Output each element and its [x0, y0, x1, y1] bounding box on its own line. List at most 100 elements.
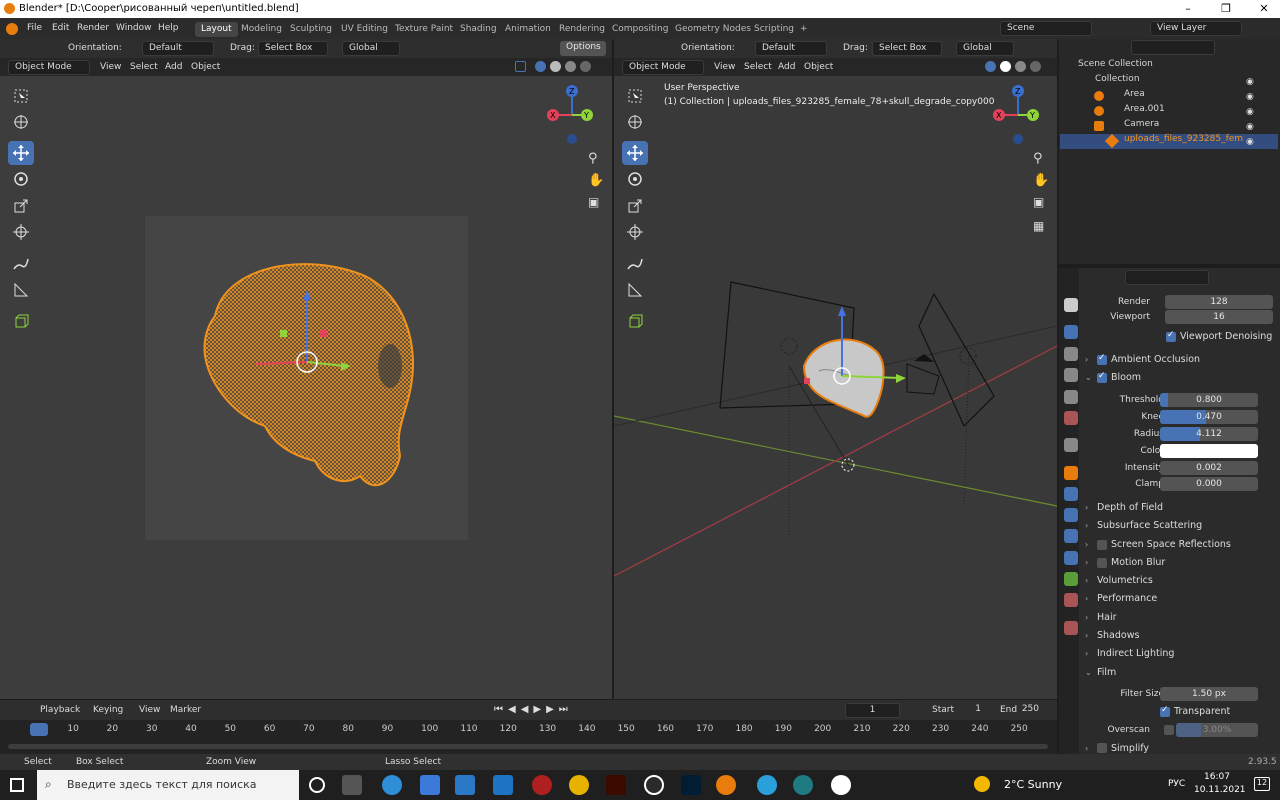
view-menu[interactable]: View [714, 62, 735, 72]
tab-modeling[interactable]: Modeling [235, 22, 288, 37]
panel-indirect-lighting[interactable]: › Indirect Lighting [1085, 645, 1275, 662]
panel-film[interactable]: ⌄ Film [1085, 664, 1275, 681]
cortana-icon[interactable] [309, 777, 325, 793]
solid-shading-icon[interactable] [550, 61, 561, 72]
maximize-button[interactable]: ❐ [1216, 2, 1236, 15]
add-workspace-button[interactable]: + [794, 22, 814, 37]
modifier-icon[interactable] [1064, 487, 1078, 501]
rendered-shading-icon[interactable] [1030, 61, 1041, 72]
tab-texture-paint[interactable]: Texture Paint [389, 22, 459, 37]
minimize-button[interactable]: – [1178, 2, 1198, 15]
measure-tool-icon[interactable] [8, 278, 34, 302]
panel-screen-space-reflections[interactable]: › Screen Space Reflections [1085, 536, 1275, 553]
visibility-eye-icon[interactable]: ◉ [1246, 122, 1254, 132]
tab-sculpting[interactable]: Sculpting [284, 22, 338, 37]
menu-help[interactable]: Help [158, 23, 179, 33]
timeline-view-menu[interactable]: View [139, 705, 160, 715]
cursor-tool-icon[interactable] [8, 110, 34, 134]
options-button[interactable]: Options [560, 41, 606, 56]
drag-dropdown[interactable]: Select Box [258, 41, 328, 56]
orientation-dropdown[interactable]: Default [755, 41, 827, 56]
app-icon[interactable] [831, 775, 851, 795]
view-layer-icon[interactable] [1064, 368, 1078, 382]
material-icon[interactable] [1064, 593, 1078, 607]
rotate-tool-icon[interactable] [8, 167, 34, 191]
select-menu[interactable]: Select [130, 62, 158, 72]
blender-taskbar-icon[interactable] [716, 775, 736, 795]
close-button[interactable]: ✕ [1254, 2, 1274, 15]
move-tool-icon[interactable] [8, 141, 34, 165]
world-icon[interactable] [1064, 411, 1078, 425]
right-viewport[interactable]: User Perspective (1) Collection | upload… [614, 76, 1057, 699]
visibility-eye-icon[interactable]: ◉ [1246, 107, 1254, 117]
chrome-icon[interactable] [569, 775, 589, 795]
panel-shadows[interactable]: › Shadows [1085, 627, 1275, 644]
left-viewport[interactable]: Z X Y ⚲ ✋ ▣ [0, 76, 612, 699]
rotate-tool-icon[interactable] [622, 167, 648, 191]
visibility-eye-icon[interactable]: ◉ [1246, 137, 1254, 147]
drag-dropdown[interactable]: Select Box [872, 41, 942, 56]
view-menu[interactable]: View [100, 62, 121, 72]
wireframe-shading-icon[interactable] [535, 61, 546, 72]
viewport-samples-field[interactable]: 16 [1165, 310, 1273, 324]
navigation-gizmo[interactable]: Z X Y [545, 82, 600, 152]
mail-icon[interactable] [493, 775, 513, 795]
add-cube-tool-icon[interactable] [622, 309, 648, 333]
transform-tool-icon[interactable] [622, 220, 648, 244]
panel-volumetrics[interactable]: › Volumetrics [1085, 572, 1275, 589]
telegram-icon[interactable] [757, 775, 777, 795]
bloom-field-value[interactable] [1160, 444, 1258, 458]
solid-shading-icon[interactable] [1000, 61, 1011, 72]
pan-hand-icon[interactable]: ✋ [588, 173, 604, 188]
panel-bloom[interactable]: ⌄Bloom [1085, 369, 1275, 386]
constraints-icon[interactable] [1064, 551, 1078, 565]
overscan-checkbox[interactable] [1164, 725, 1174, 738]
menu-file[interactable]: File [27, 23, 42, 33]
tab-shading[interactable]: Shading [454, 22, 503, 37]
panel-simplify[interactable]: › Simplify [1085, 743, 1275, 753]
measure-tool-icon[interactable] [622, 278, 648, 302]
bloom-field-value[interactable]: 0.800 [1160, 393, 1258, 407]
task-view-icon[interactable] [342, 775, 362, 795]
tab-compositing[interactable]: Compositing [606, 22, 674, 37]
tool-properties-icon[interactable] [1064, 298, 1078, 312]
annotate-tool-icon[interactable] [8, 252, 34, 276]
object-menu[interactable]: Object [804, 62, 833, 72]
scene-icon[interactable] [1064, 390, 1078, 404]
blender-menu-icon[interactable] [6, 23, 18, 35]
move-tool-icon[interactable] [622, 141, 648, 165]
rendered-shading-icon[interactable] [580, 61, 591, 72]
menu-window[interactable]: Window [116, 23, 152, 33]
bloom-field-value[interactable]: 0.000 [1160, 477, 1258, 491]
wireframe-shading-icon[interactable] [985, 61, 996, 72]
panel-performance[interactable]: › Performance [1085, 590, 1275, 607]
playhead[interactable] [30, 723, 48, 736]
clock-time[interactable]: 16:07 [1204, 772, 1230, 782]
menu-render[interactable]: Render [77, 23, 109, 33]
scene-selector[interactable]: Scene [1000, 21, 1092, 36]
add-menu[interactable]: Add [778, 62, 795, 72]
transform-orientation-dropdown[interactable]: Global [342, 41, 400, 56]
tab-layout[interactable]: Layout [195, 22, 238, 37]
bloom-field-value[interactable]: 0.002 [1160, 461, 1258, 475]
panel-ambient-occlusion[interactable]: ›Ambient Occlusion [1085, 351, 1275, 368]
cursor-tool-icon[interactable] [622, 110, 648, 134]
collection-icon[interactable] [1064, 438, 1078, 452]
app-icon[interactable] [644, 775, 664, 795]
scale-tool-icon[interactable] [8, 194, 34, 218]
marker-menu[interactable]: Marker [170, 705, 201, 715]
data-icon[interactable] [1064, 572, 1078, 586]
file-explorer-icon[interactable] [420, 775, 440, 795]
scale-tool-icon[interactable] [622, 194, 648, 218]
transform-gizmo[interactable] [230, 286, 380, 446]
bloom-field-value[interactable]: 0.470 [1160, 410, 1258, 424]
panel-motion-blur[interactable]: › Motion Blur [1085, 554, 1275, 571]
physics-icon[interactable] [1064, 529, 1078, 543]
overscan-field[interactable]: 3.00% [1176, 723, 1258, 737]
photoshop-icon[interactable] [681, 775, 701, 795]
add-cube-tool-icon[interactable] [8, 309, 34, 333]
transparent-checkbox[interactable]: Transparent [1160, 703, 1280, 720]
filter-size-field[interactable]: 1.50 px [1160, 687, 1258, 701]
view-layer-selector[interactable]: View Layer [1150, 21, 1242, 36]
viewport-denoising-checkbox[interactable]: Viewport Denoising [1166, 328, 1280, 345]
